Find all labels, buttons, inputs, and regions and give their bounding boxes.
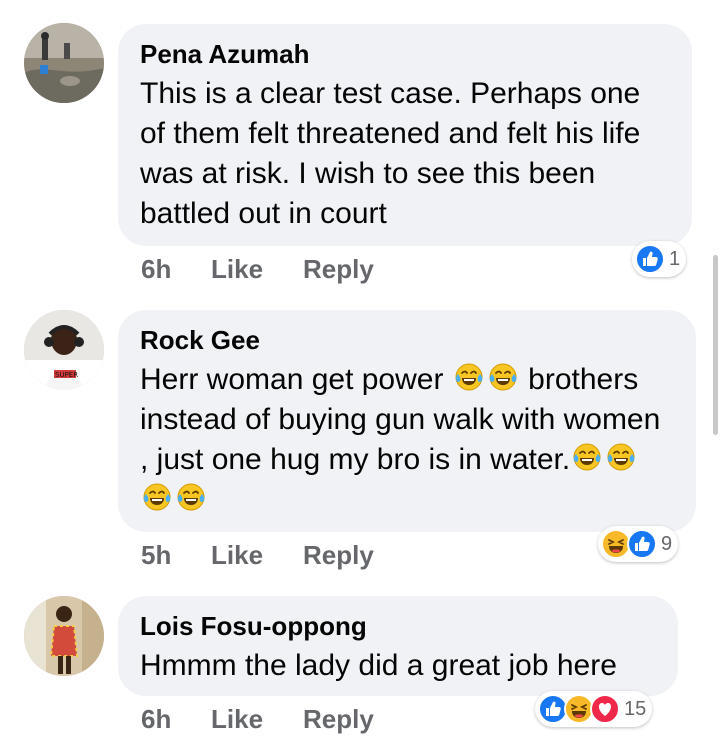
comment-bubble: Lois Fosu-oppong Hmmm the lady did a gre…: [118, 596, 678, 696]
avatar[interactable]: [24, 596, 104, 676]
reaction-summary[interactable]: 9: [598, 526, 679, 562]
reply-button[interactable]: Reply: [303, 704, 374, 735]
author-name[interactable]: Pena Azumah: [140, 38, 668, 70]
reply-button[interactable]: Reply: [303, 540, 374, 571]
reaction-count: 9: [661, 532, 673, 555]
svg-text:SUPER: SUPER: [55, 371, 78, 379]
avatar[interactable]: [24, 23, 104, 103]
reaction-summary[interactable]: 1: [632, 241, 687, 277]
tears-of-joy-emoji: [175, 481, 207, 513]
like-button[interactable]: Like: [211, 254, 303, 285]
comment-text: This is a clear test case. Perhaps one o…: [140, 77, 641, 230]
comment-text: Herr woman get power brothers instead of…: [140, 360, 672, 520]
comment-text: Hmmm the lady did a great job here: [140, 649, 617, 682]
timestamp[interactable]: 5h: [141, 540, 211, 571]
scrollbar[interactable]: [713, 255, 718, 435]
comment-bubble: Rock Gee Herr woman get power brothers i…: [118, 310, 696, 532]
like-button[interactable]: Like: [211, 540, 303, 571]
tears-of-joy-emoji: [453, 361, 485, 393]
tears-of-joy-emoji: [571, 441, 603, 473]
timestamp[interactable]: 6h: [141, 704, 211, 735]
avatar[interactable]: SUPER: [24, 310, 104, 390]
like-icon: [627, 529, 657, 559]
reaction-summary[interactable]: 15: [535, 691, 653, 727]
author-name[interactable]: Rock Gee: [140, 324, 672, 356]
reaction-count: 1: [669, 247, 681, 270]
comment-text-part: Herr woman get power: [140, 363, 444, 396]
like-icon: [635, 244, 665, 274]
comment-bubble: Pena Azumah This is a clear test case. P…: [118, 24, 692, 246]
tears-of-joy-emoji: [141, 481, 173, 513]
reply-button[interactable]: Reply: [303, 254, 374, 285]
like-button[interactable]: Like: [211, 704, 303, 735]
timestamp[interactable]: 6h: [141, 254, 211, 285]
comment-actions: 5h Like Reply: [141, 540, 374, 571]
comment-actions: 6h Like Reply: [141, 254, 374, 285]
reaction-count: 15: [624, 697, 647, 720]
tears-of-joy-emoji: [487, 361, 519, 393]
love-icon: [590, 694, 620, 724]
comment-actions: 6h Like Reply: [141, 704, 374, 735]
tears-of-joy-emoji: [605, 441, 637, 473]
author-name[interactable]: Lois Fosu-oppong: [140, 610, 654, 642]
